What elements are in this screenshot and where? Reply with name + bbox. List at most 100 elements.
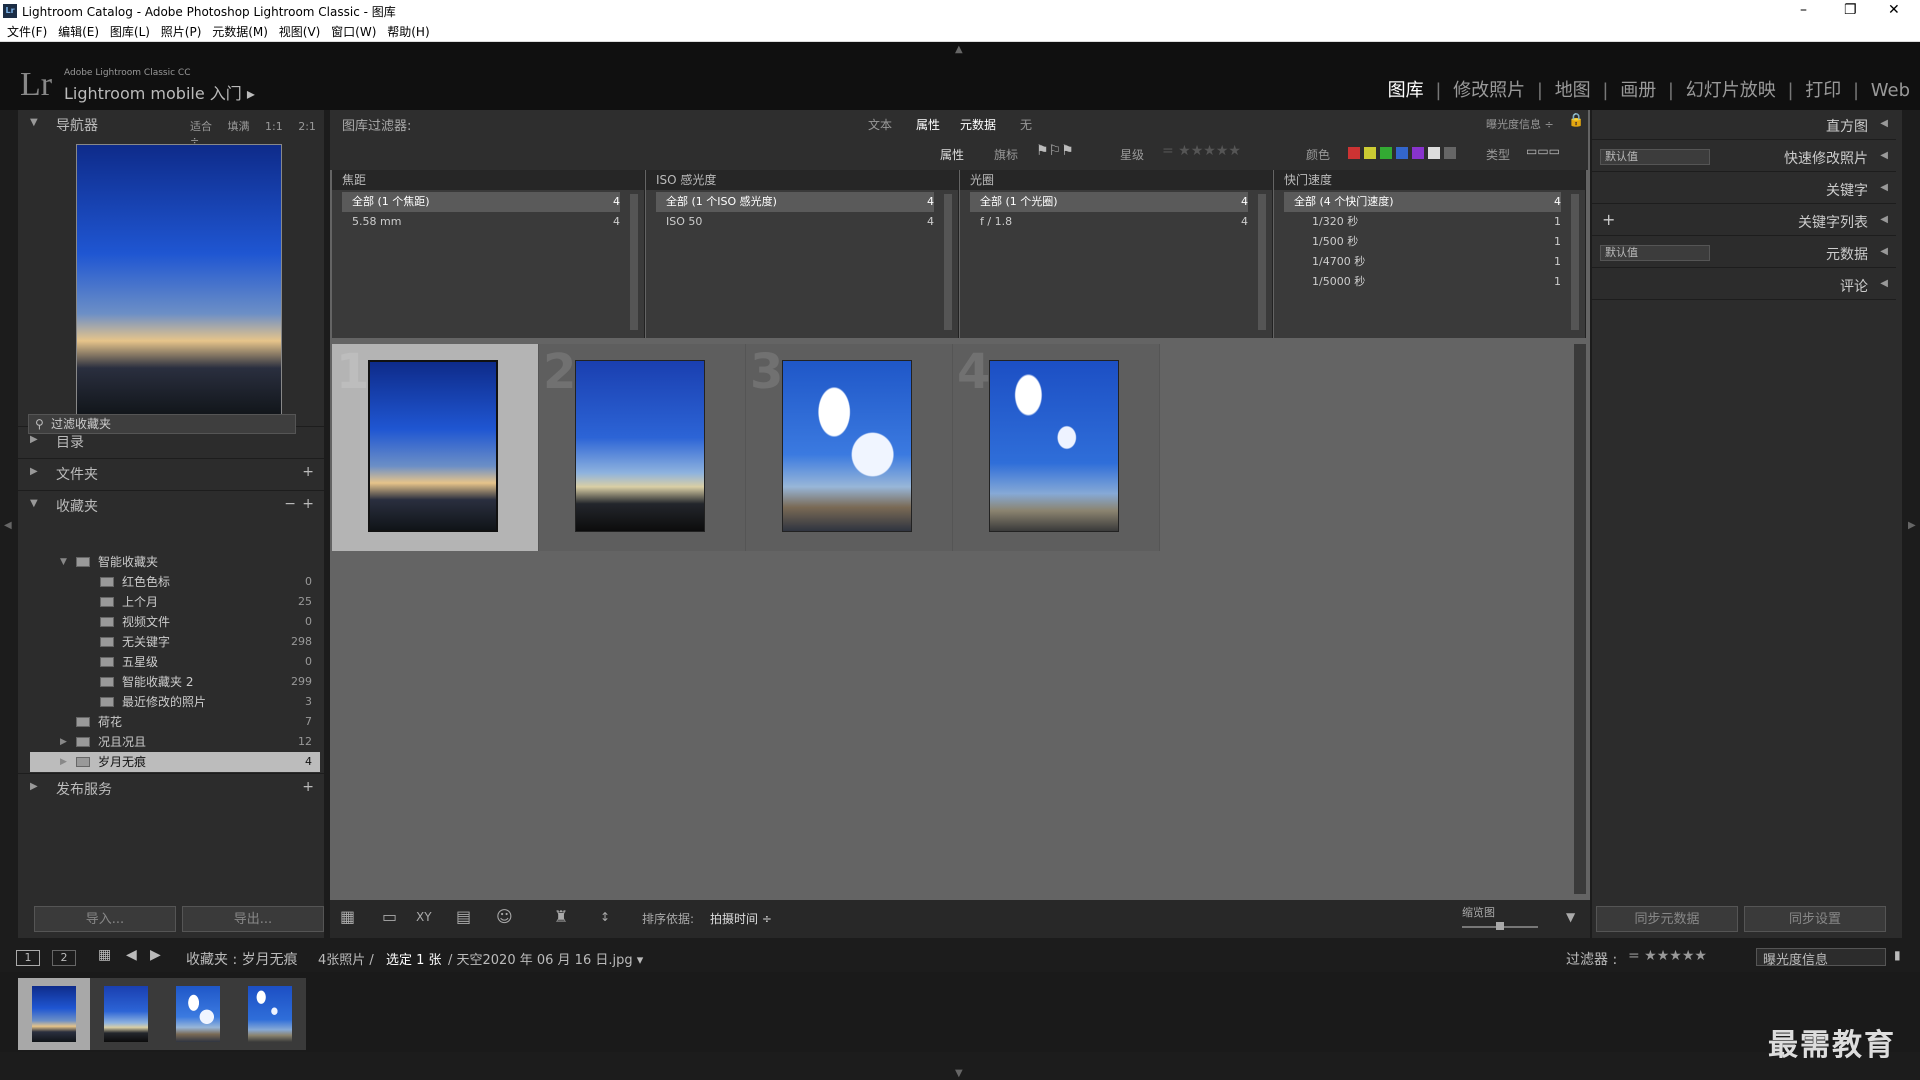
metadata-row[interactable]: ISO 50 4	[656, 212, 934, 232]
menu-edit[interactable]: 编辑(E)	[58, 22, 99, 42]
grid-cell[interactable]: 4	[953, 344, 1160, 551]
module-slideshow[interactable]: 幻灯片放映	[1686, 80, 1776, 101]
filter-preset-select[interactable]: 曝光度信息 ÷	[1486, 116, 1554, 132]
menu-help[interactable]: 帮助(H)	[387, 22, 429, 42]
metadata-column-header[interactable]: 光圈	[960, 170, 1272, 190]
file-name[interactable]: / 天空2020 年 06 月 16 日.jpg ▾	[448, 949, 643, 968]
photo-thumbnail[interactable]	[782, 360, 912, 532]
close-icon[interactable]: ✕	[1888, 2, 1900, 18]
expand-triangle-icon[interactable]: ▼	[60, 552, 67, 572]
collection-item[interactable]: 最近修改的照片 3	[30, 692, 320, 712]
sync-settings-button[interactable]: 同步设置	[1744, 906, 1886, 932]
color-yellow-swatch[interactable]	[1364, 147, 1376, 159]
lock-icon[interactable]: 🔒	[1568, 113, 1584, 128]
collection-item[interactable]: 五星级 0	[30, 652, 320, 672]
color-blue-swatch[interactable]	[1396, 147, 1408, 159]
collection-item[interactable]: 无关键字 298	[30, 632, 320, 652]
sync-metadata-button[interactable]: 同步元数据	[1596, 906, 1738, 932]
metadata-row[interactable]: f / 1.8 4	[970, 212, 1248, 232]
metadata-row[interactable]: 5.58 mm 4	[342, 212, 620, 232]
filmstrip-thumb[interactable]	[234, 978, 306, 1050]
module-develop[interactable]: 修改照片	[1453, 80, 1525, 101]
filter-tab-none[interactable]: 无	[1020, 116, 1032, 133]
left-panel-toggle-icon[interactable]: ◀	[4, 520, 12, 531]
keywording-header[interactable]: 关键字 ◀	[1592, 174, 1896, 204]
collection-item[interactable]: 视频文件 0	[30, 612, 320, 632]
collection-item[interactable]: ▼ 智能收藏夹	[30, 552, 320, 572]
menu-library[interactable]: 图库(L)	[110, 22, 150, 42]
menu-file[interactable]: 文件(F)	[7, 22, 47, 42]
source-label[interactable]: 收藏夹 : 岁月无痕	[186, 949, 298, 969]
keyword-list-header[interactable]: + 关键字列表 ◀	[1592, 206, 1896, 236]
menu-photo[interactable]: 照片(P)	[161, 22, 202, 42]
metadata-row[interactable]: 全部 (1 个焦距) 4	[342, 192, 620, 212]
collection-item[interactable]: 荷花 7	[30, 712, 320, 732]
module-print[interactable]: 打印	[1805, 80, 1841, 101]
filter-tab-metadata[interactable]: 元数据	[960, 116, 996, 133]
metadata-row[interactable]: 全部 (1 个ISO 感光度) 4	[656, 192, 934, 212]
color-green-swatch[interactable]	[1380, 147, 1392, 159]
collection-item[interactable]: ▶ 岁月无痕 4	[30, 752, 320, 772]
color-custom-swatch[interactable]	[1428, 147, 1440, 159]
window-1-button[interactable]: 1	[16, 950, 40, 966]
navigator-header[interactable]: ▼ 导航器 适合 填满 1:1 2:1 ÷	[18, 110, 324, 147]
window-2-button[interactable]: 2	[52, 950, 76, 966]
collections-header[interactable]: ▼ 收藏夹 − +	[18, 490, 324, 518]
color-none-swatch[interactable]	[1444, 147, 1456, 159]
flag-icons[interactable]: ⚑⚐⚑	[1036, 143, 1074, 159]
histogram-header[interactable]: 直方图 ◀	[1592, 110, 1896, 140]
loupe-view-icon[interactable]: ▭	[382, 907, 397, 926]
grid-cell[interactable]: 1	[332, 344, 539, 551]
painter-icon[interactable]: ♜	[554, 907, 568, 926]
slider-handle[interactable]	[1496, 922, 1504, 930]
sort-select[interactable]: 拍摄时间 ÷	[710, 910, 772, 927]
metadata-header[interactable]: 默认值 元数据 ◀	[1592, 238, 1896, 268]
sort-direction-icon[interactable]: ↕	[600, 910, 610, 924]
filter-tab-attribute[interactable]: 属性	[916, 116, 940, 133]
column-scrollbar[interactable]	[944, 194, 952, 330]
filmstrip-thumb[interactable]	[162, 978, 234, 1050]
right-panel-toggle-icon[interactable]: ▶	[1908, 520, 1916, 531]
metadata-column-header[interactable]: ISO 感光度	[646, 170, 958, 190]
mobile-getting-started[interactable]: Lightroom mobile 入门 ▸	[64, 80, 255, 104]
toolbar-menu-icon[interactable]: ▼	[1566, 910, 1575, 924]
rating-filter[interactable]: = ★★★★★	[1628, 948, 1707, 964]
import-button[interactable]: 导入...	[34, 906, 176, 932]
filter-tab-text[interactable]: 文本	[868, 116, 892, 133]
quick-develop-header[interactable]: 默认值 快速修改照片 ◀	[1592, 142, 1896, 172]
filmstrip-thumb[interactable]	[90, 978, 162, 1050]
collection-item[interactable]: 智能收藏夹 2 299	[30, 672, 320, 692]
expand-triangle-icon[interactable]: ▶	[60, 752, 67, 772]
filter-lock-icon[interactable]: ▮	[1894, 948, 1901, 962]
back-arrow-icon[interactable]: ◀	[126, 947, 137, 963]
zoom-1-1[interactable]: 1:1	[265, 120, 283, 133]
column-scrollbar[interactable]	[630, 194, 638, 330]
metadata-preset-select[interactable]: 默认值	[1600, 245, 1710, 261]
column-scrollbar[interactable]	[1258, 194, 1266, 330]
add-folder-icon[interactable]: +	[302, 464, 314, 480]
photo-thumbnail[interactable]	[989, 360, 1119, 532]
module-book[interactable]: 画册	[1620, 80, 1656, 101]
comments-header[interactable]: 评论 ◀	[1592, 270, 1896, 300]
menu-view[interactable]: 视图(V)	[279, 22, 321, 42]
survey-view-icon[interactable]: ▤	[456, 907, 471, 926]
top-panel-toggle-icon[interactable]: ▲	[955, 44, 963, 55]
navigator-preview[interactable]	[76, 144, 282, 418]
metadata-row[interactable]: 1/320 秒 1	[1284, 212, 1561, 232]
forward-arrow-icon[interactable]: ▶	[150, 947, 161, 963]
color-purple-swatch[interactable]	[1412, 147, 1424, 159]
metadata-column-header[interactable]: 快门速度	[1274, 170, 1585, 190]
metadata-row[interactable]: 全部 (1 个光圈) 4	[970, 192, 1248, 212]
grid-view-icon[interactable]: ▦	[340, 907, 355, 926]
add-publish-icon[interactable]: +	[302, 779, 314, 795]
people-view-icon[interactable]: ☺	[496, 907, 513, 926]
metadata-row[interactable]: 1/5000 秒 1	[1284, 272, 1561, 292]
zoom-fit[interactable]: 适合	[190, 120, 212, 133]
bottom-panel-toggle-icon[interactable]: ▼	[955, 1068, 963, 1079]
collection-filter-input[interactable]: ⚲ 过滤收藏夹	[28, 414, 296, 434]
collection-item[interactable]: 上个月 25	[30, 592, 320, 612]
photo-thumbnail[interactable]	[368, 360, 498, 532]
module-web[interactable]: Web	[1871, 80, 1910, 101]
star-rating-icons[interactable]: = ★★★★★	[1162, 143, 1241, 159]
grid-scrollbar[interactable]	[1574, 344, 1586, 894]
